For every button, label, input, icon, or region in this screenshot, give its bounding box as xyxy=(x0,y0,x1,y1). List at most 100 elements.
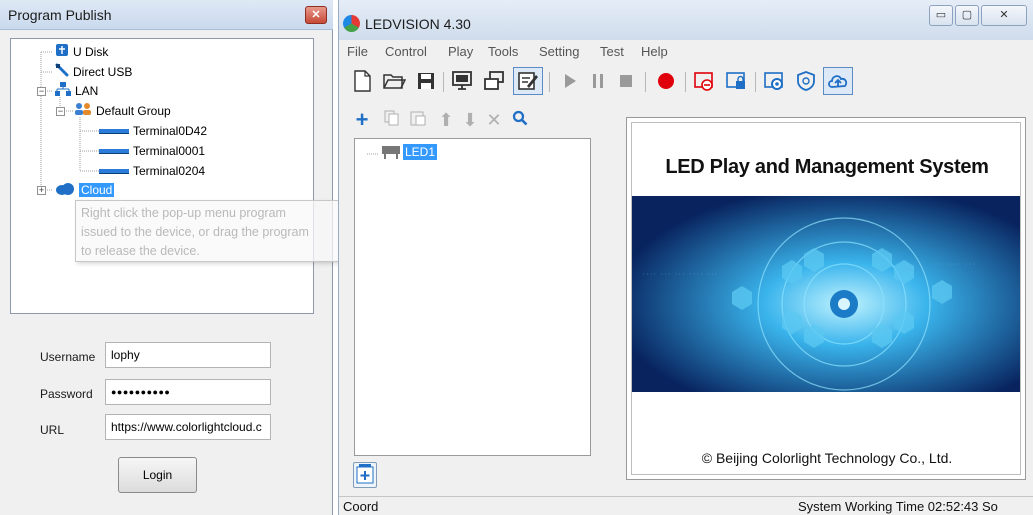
screen-lock-icon[interactable] xyxy=(723,68,749,94)
expand-cloud-icon[interactable]: + xyxy=(37,186,46,195)
tooltip-line: issued to the device, or drag the progra… xyxy=(81,225,309,239)
menu-control[interactable]: Control xyxy=(385,44,427,59)
toolbar-divider xyxy=(549,72,550,92)
ledvision-logo-icon xyxy=(343,15,360,32)
close-icon[interactable]: ✕ xyxy=(981,5,1027,26)
tree-label-default-group: Default Group xyxy=(96,104,171,118)
usb-drive-icon xyxy=(55,43,69,62)
tree-item-led1[interactable]: LED1 xyxy=(403,144,438,160)
username-field[interactable]: lophy xyxy=(105,342,271,368)
move-up-icon[interactable]: ⬆ xyxy=(437,110,455,130)
tree-item-lan[interactable]: LAN xyxy=(55,82,98,100)
splash-frame: LED Play and Management System ···· ··· … xyxy=(631,122,1021,475)
toolbar-divider xyxy=(645,72,646,92)
url-field[interactable]: https://www.colorlightcloud.c xyxy=(105,414,271,440)
banner-decor-text: ···· ··· ··· ···· ··· xyxy=(642,271,718,278)
collapse-default-group-icon[interactable]: − xyxy=(56,107,65,116)
screen-settings-icon[interactable] xyxy=(761,68,787,94)
tree-label-terminal: Terminal0001 xyxy=(133,144,206,158)
username-label: Username xyxy=(40,350,96,364)
tree-item-direct-usb[interactable]: Direct USB xyxy=(55,63,132,81)
splash-copyright: © Beijing Colorlight Technology Co., Ltd… xyxy=(701,450,953,466)
network-icon xyxy=(55,82,71,101)
tree-item-udisk[interactable]: U Disk xyxy=(55,43,108,61)
tree-label-lan: LAN xyxy=(75,84,99,98)
menu-tools[interactable]: Tools xyxy=(488,44,518,59)
ledvision-title: LEDVISION 4.30 xyxy=(365,16,471,32)
tree-label-cloud: Cloud xyxy=(79,183,115,197)
windows-icon[interactable] xyxy=(481,68,507,94)
screen-remove-icon[interactable] xyxy=(691,68,717,94)
program-publish-titlebar[interactable]: Program Publish ✕ xyxy=(0,0,333,30)
edit-program-icon[interactable] xyxy=(513,67,543,95)
splash-panel: LED Play and Management System ···· ··· … xyxy=(626,117,1026,480)
program-publish-title: Program Publish xyxy=(8,7,112,23)
menu-file[interactable]: File xyxy=(347,44,368,59)
tree-hint-tooltip: Right click the pop-up menu program issu… xyxy=(75,200,362,262)
splash-title: LED Play and Management System xyxy=(665,156,989,178)
tooltip-line: to release the device. xyxy=(81,244,200,258)
tree-label-terminal: Terminal0204 xyxy=(133,164,206,178)
tree-item-terminal[interactable]: Terminal0001 xyxy=(99,142,205,160)
toolbar-divider xyxy=(685,72,686,92)
status-coord: Coord xyxy=(343,499,379,514)
menu-help[interactable]: Help xyxy=(641,44,668,59)
screen-tree: LED1 xyxy=(354,138,591,456)
terminal-device-icon xyxy=(99,163,129,181)
search-icon[interactable] xyxy=(511,110,529,130)
url-label: URL xyxy=(40,423,65,437)
ledvision-window: LEDVISION 4.30 ▭ ▢ ✕ File Control Play T… xyxy=(338,0,1033,515)
toolbar-divider xyxy=(443,72,444,92)
ledvision-titlebar[interactable]: LEDVISION 4.30 ▭ ▢ ✕ xyxy=(339,0,1033,40)
minimize-icon[interactable]: ▭ xyxy=(929,5,953,26)
close-icon[interactable]: ✕ xyxy=(305,6,327,24)
menu-bar: File Control Play Tools Setting Test Hel… xyxy=(339,42,1033,62)
maximize-icon[interactable]: ▢ xyxy=(955,5,979,26)
new-file-icon[interactable] xyxy=(349,68,375,94)
cloud-icon xyxy=(55,182,75,200)
collapse-lan-icon[interactable]: − xyxy=(37,87,46,96)
terminal-device-icon xyxy=(99,143,129,161)
tree-label-udisk: U Disk xyxy=(73,45,109,59)
tree-item-default-group[interactable]: Default Group xyxy=(74,102,171,120)
add-screen-icon xyxy=(356,464,374,484)
menu-test[interactable]: Test xyxy=(600,44,624,59)
tree-item-terminal[interactable]: Terminal0204 xyxy=(99,162,205,180)
add-screen-button[interactable] xyxy=(353,462,377,488)
toolbar-divider xyxy=(755,72,756,92)
splash-banner-image: ···· ··· ··· ···· ··· ··· ···· ··· xyxy=(632,196,1020,392)
usb-cable-icon xyxy=(55,63,69,82)
menu-setting[interactable]: Setting xyxy=(539,44,579,59)
users-group-icon xyxy=(74,102,92,121)
open-folder-icon[interactable] xyxy=(381,68,407,94)
delete-icon[interactable]: ✕ xyxy=(485,110,503,130)
copy-icon[interactable] xyxy=(383,110,401,130)
status-working-time: System Working Time 02:52:43 So xyxy=(798,499,998,514)
add-icon[interactable]: + xyxy=(353,109,371,131)
terminal-device-icon xyxy=(99,123,129,141)
tree-label-terminal: Terminal0D42 xyxy=(133,124,208,138)
tree-item-cloud[interactable]: Cloud xyxy=(55,181,115,200)
password-field[interactable]: ●●●●●●●●●● xyxy=(105,379,271,405)
stop-icon[interactable] xyxy=(613,68,639,94)
tree-item-terminal[interactable]: Terminal0D42 xyxy=(99,122,207,140)
password-label: Password xyxy=(40,387,93,401)
save-icon[interactable] xyxy=(413,68,439,94)
banner-decor-text: ··· ···· ··· xyxy=(932,261,975,268)
record-icon[interactable] xyxy=(653,68,679,94)
tree-label-direct-usb: Direct USB xyxy=(73,65,133,79)
display-monitor-icon[interactable] xyxy=(449,68,475,94)
paste-icon[interactable] xyxy=(409,110,427,130)
cloud-upload-icon[interactable] xyxy=(823,67,853,95)
led-screen-icon xyxy=(381,144,401,163)
move-down-icon[interactable]: ⬇ xyxy=(461,110,479,130)
main-toolbar xyxy=(339,64,1033,98)
shield-icon[interactable] xyxy=(793,68,819,94)
pause-icon[interactable] xyxy=(585,68,611,94)
device-tree: U Disk Direct USB − LAN − Default Group … xyxy=(10,38,314,314)
tooltip-line: Right click the pop-up menu program xyxy=(81,206,286,220)
play-icon[interactable] xyxy=(557,68,583,94)
menu-play[interactable]: Play xyxy=(448,44,473,59)
status-bar: Coord System Working Time 02:52:43 So xyxy=(339,496,1033,515)
login-button[interactable]: Login xyxy=(118,457,197,493)
